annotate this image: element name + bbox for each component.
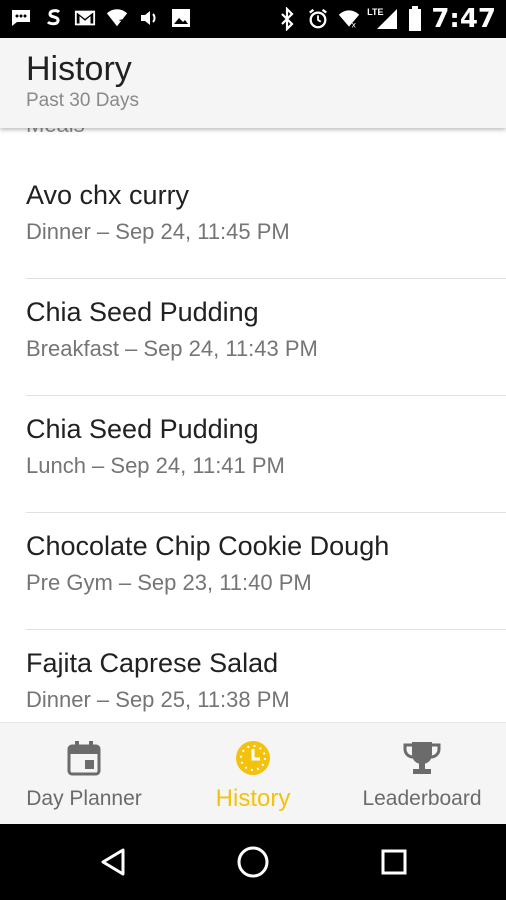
nav-label-leaderboard: Leaderboard xyxy=(362,787,482,810)
status-bar-left-icons: ? xyxy=(10,7,192,29)
meal-title: Chocolate Chip Cookie Dough xyxy=(26,531,390,561)
section-label-meals: Meals xyxy=(26,128,85,138)
svg-text:?: ? xyxy=(119,18,124,29)
status-bar-time: 7:47 xyxy=(431,4,496,34)
bluetooth-icon xyxy=(276,7,298,31)
meal-subtitle: Dinner – Sep 24, 11:45 PM xyxy=(26,219,290,244)
meal-subtitle: Lunch – Sep 24, 11:41 PM xyxy=(26,453,285,478)
meal-history-list[interactable]: Meals Avo chx curry Dinner – Sep 24, 11:… xyxy=(0,128,506,722)
s-app-icon xyxy=(42,7,64,29)
meal-subtitle: Breakfast – Sep 24, 11:43 PM xyxy=(26,336,318,361)
meal-subtitle: Pre Gym – Sep 23, 11:40 PM xyxy=(26,570,312,595)
page-subtitle: Past 30 Days xyxy=(26,90,139,111)
calendar-icon xyxy=(65,739,103,777)
image-icon xyxy=(170,7,192,29)
list-item[interactable]: Avo chx curry Dinner – Sep 24, 11:45 PM xyxy=(26,162,506,279)
wifi-icon: x xyxy=(338,8,360,30)
svg-text:x: x xyxy=(352,20,357,29)
list-item[interactable]: Chia Seed Pudding Breakfast – Sep 24, 11… xyxy=(26,279,506,396)
nav-leaderboard[interactable]: Leaderboard xyxy=(338,723,506,825)
status-bar: ? x LTE 7:47 xyxy=(0,0,506,38)
meal-title: Fajita Caprese Salad xyxy=(26,648,279,678)
list-item[interactable]: Chia Seed Pudding Lunch – Sep 24, 11:41 … xyxy=(26,396,506,513)
page-title: History xyxy=(26,50,132,88)
battery-icon xyxy=(408,6,422,31)
nav-history[interactable]: History xyxy=(169,723,337,825)
messages-icon xyxy=(10,7,32,29)
meal-title: Chia Seed Pudding xyxy=(26,414,259,444)
status-bar-right-icons: x LTE 7:47 xyxy=(276,5,496,33)
system-navigation-bar xyxy=(0,824,506,900)
list-item[interactable]: Chocolate Chip Cookie Dough Pre Gym – Se… xyxy=(26,513,506,630)
clock-icon xyxy=(234,739,272,777)
nav-label-day-planner: Day Planner xyxy=(26,787,142,810)
meal-subtitle: Dinner – Sep 25, 11:38 PM xyxy=(26,687,290,712)
app-bar: History Past 30 Days xyxy=(0,38,506,128)
trophy-icon xyxy=(403,739,441,777)
meal-title: Chia Seed Pudding xyxy=(26,297,259,327)
wifi-question-icon: ? xyxy=(106,7,128,29)
recents-icon[interactable] xyxy=(374,842,414,882)
home-icon[interactable] xyxy=(233,842,273,882)
nav-day-planner[interactable]: Day Planner xyxy=(0,723,168,825)
lte-signal-icon: LTE xyxy=(367,7,399,30)
nav-label-history: History xyxy=(215,785,291,812)
meal-title: Avo chx curry xyxy=(26,180,190,210)
list-item[interactable]: Fajita Caprese Salad Dinner – Sep 25, 11… xyxy=(26,630,506,722)
back-icon[interactable] xyxy=(93,842,133,882)
lte-label: LTE xyxy=(367,7,384,17)
bottom-navigation: Day Planner History Leaderboard xyxy=(0,722,506,825)
alarm-icon xyxy=(307,8,329,30)
gmail-icon xyxy=(74,7,96,29)
volume-icon xyxy=(138,7,160,29)
